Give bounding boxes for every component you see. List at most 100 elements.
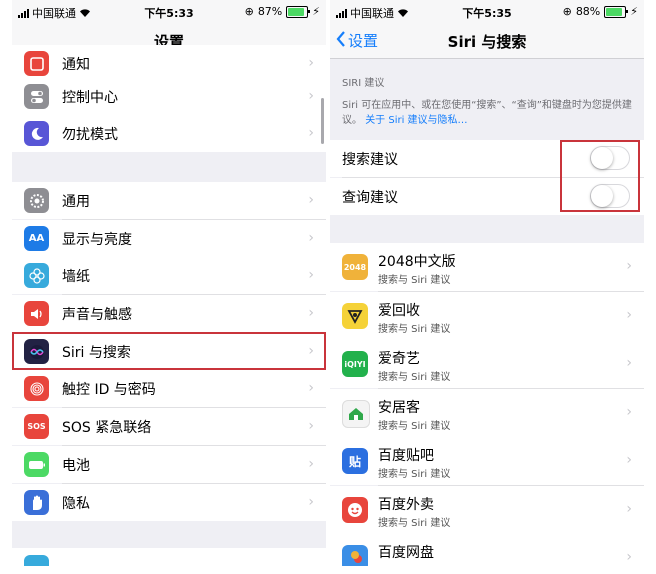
row-icon-tile bbox=[24, 121, 49, 146]
app-name: 安居客 bbox=[378, 400, 420, 416]
chevron-right-icon: › bbox=[626, 258, 632, 274]
chevron-right-icon: › bbox=[308, 267, 314, 283]
flower-icon bbox=[28, 267, 46, 285]
settings-row[interactable]: 通用 › bbox=[12, 182, 326, 219]
siri-search-screen: 中国联通 下午5:35 ⊕ 88% ⚡ 设置 Siri 与搜索 SIRI 建议 … bbox=[330, 0, 644, 566]
row-icon-tile bbox=[24, 301, 49, 326]
row-icon-tile: AA bbox=[24, 226, 49, 251]
privacy-link[interactable]: 关于 Siri 建议与隐私… bbox=[365, 115, 467, 126]
settings-row[interactable]: 勿扰模式 › bbox=[12, 115, 326, 152]
settings-row-partial[interactable] bbox=[12, 548, 326, 566]
row-label: 隐私 bbox=[62, 496, 90, 512]
row-icon-tile bbox=[24, 51, 49, 76]
status-bar: 中国联通 下午5:35 ⊕ 88% ⚡ bbox=[330, 0, 644, 22]
notification-icon bbox=[29, 56, 45, 72]
cloud-drive-icon bbox=[345, 548, 365, 566]
row-icon-tile bbox=[24, 263, 49, 288]
chevron-right-icon: › bbox=[308, 125, 314, 141]
app-icon-tile: 贴 bbox=[342, 448, 368, 474]
settings-row[interactable]: 触控 ID 与密码 › bbox=[12, 370, 326, 407]
battery-percent: 88% bbox=[575, 5, 601, 18]
app-name: 百度贴吧 bbox=[378, 448, 434, 464]
settings-screen: 中国联通 下午5:33 ⊕ 87% ⚡ 设置 通知 › 控制中心 › 勿扰模式 › 通用 › A… bbox=[12, 0, 326, 566]
gear-icon bbox=[28, 192, 46, 210]
house-icon bbox=[346, 404, 366, 424]
row-label: 控制中心 bbox=[62, 90, 118, 106]
row-label: 通用 bbox=[62, 194, 90, 210]
chevron-right-icon: › bbox=[308, 494, 314, 510]
settings-row[interactable]: 墙纸 › bbox=[12, 257, 326, 294]
aihuishou-icon bbox=[345, 306, 365, 326]
battery-icon bbox=[28, 459, 46, 471]
settings-row[interactable]: SOS SOS 紧急联络 › bbox=[12, 408, 326, 445]
sos-icon: SOS bbox=[27, 422, 46, 431]
settings-row[interactable]: 控制中心 › bbox=[12, 78, 326, 115]
row-label: 触控 ID 与密码 bbox=[62, 382, 156, 398]
app-name: 爱回收 bbox=[378, 303, 420, 319]
iqiyi-icon: iQIYI bbox=[344, 359, 366, 369]
row-label: 墙纸 bbox=[62, 269, 90, 285]
app-subtitle: 搜索与 Siri 建议 bbox=[378, 421, 451, 432]
row-icon-tile bbox=[24, 84, 49, 109]
chevron-right-icon: › bbox=[308, 380, 314, 396]
settings-row[interactable]: 电池 › bbox=[12, 446, 326, 483]
status-bar: 中国联通 下午5:33 ⊕ 87% ⚡ bbox=[12, 0, 326, 22]
row-label: 通知 bbox=[62, 57, 90, 73]
chevron-right-icon: › bbox=[626, 307, 632, 323]
app-row[interactable]: 安居客 搜索与 Siri 建议 › bbox=[330, 389, 644, 437]
app-row[interactable]: 爱回收搜索与 Siri 建议 › bbox=[330, 292, 644, 340]
app-icon-tile bbox=[342, 497, 368, 523]
app-row[interactable]: 贴 百度贴吧 搜索与 Siri 建议 › bbox=[330, 437, 644, 485]
settings-row[interactable]: AA 显示与亮度 › bbox=[12, 220, 326, 257]
battery-icon bbox=[604, 5, 629, 18]
text-size-icon: AA bbox=[28, 233, 45, 244]
app-row[interactable]: 百度网盘 › bbox=[330, 534, 644, 566]
app-row[interactable]: 百度外卖 搜索与 Siri 建议 › bbox=[330, 486, 644, 534]
toggle-label: 搜索建议 bbox=[342, 152, 398, 168]
moon-icon bbox=[29, 126, 45, 142]
app-icon-tile bbox=[342, 303, 368, 329]
app-name: 爱奇艺 bbox=[378, 351, 420, 367]
chevron-right-icon: › bbox=[626, 452, 632, 468]
charging-icon: ⚡ bbox=[312, 5, 320, 18]
row-label: 勿扰模式 bbox=[62, 127, 118, 143]
app-subtitle: 搜索与 Siri 建议 bbox=[378, 324, 451, 335]
chevron-right-icon: › bbox=[308, 418, 314, 434]
charging-icon: ⚡ bbox=[630, 5, 638, 18]
highlight-box-toggles bbox=[560, 140, 640, 212]
app-icon-tile bbox=[342, 545, 368, 566]
scrollbar[interactable] bbox=[321, 98, 324, 144]
chevron-right-icon: › bbox=[626, 549, 632, 565]
chevron-right-icon: › bbox=[308, 305, 314, 321]
app-icon-tile bbox=[342, 400, 370, 428]
orientation-lock-icon: ⊕ bbox=[562, 5, 572, 18]
app-icon-tile: 2048 bbox=[342, 254, 368, 280]
app-row[interactable]: iQIYI 爱奇艺搜索与 Siri 建议 › bbox=[330, 340, 644, 388]
row-icon-tile bbox=[24, 490, 49, 515]
row-label: 电池 bbox=[62, 458, 90, 474]
waimai-icon bbox=[345, 500, 365, 520]
section-description: Siri 可在应用中、或在您使用“搜索”、“查询”和键盘时为您提供建议。 关于 … bbox=[342, 98, 634, 128]
row-label: 显示与亮度 bbox=[62, 232, 132, 248]
row-label: SOS 紧急联络 bbox=[62, 420, 152, 436]
app-name: 百度外卖 bbox=[378, 497, 434, 513]
settings-row[interactable]: 隐私 › bbox=[12, 484, 326, 521]
speaker-icon bbox=[29, 306, 45, 322]
fingerprint-icon bbox=[28, 380, 46, 398]
app-subtitle: 搜索与 Siri 建议 bbox=[378, 275, 451, 286]
row-icon-tile bbox=[24, 555, 49, 566]
app-subtitle: 搜索与 Siri 建议 bbox=[378, 372, 451, 383]
settings-row[interactable]: 声音与触感 › bbox=[12, 295, 326, 332]
settings-row[interactable]: 通知 › bbox=[12, 45, 326, 82]
row-icon-tile bbox=[24, 452, 49, 477]
app-row[interactable]: 2048 2048中文版搜索与 Siri 建议 › bbox=[330, 243, 644, 291]
toggles-icon bbox=[29, 89, 45, 105]
highlight-box-siri bbox=[12, 332, 326, 370]
tieba-icon: 贴 bbox=[348, 454, 361, 469]
app-name: 2048中文版 bbox=[378, 254, 456, 270]
row-icon-tile bbox=[24, 188, 49, 213]
chevron-right-icon: › bbox=[626, 355, 632, 371]
page-title: Siri 与搜索 bbox=[447, 33, 527, 51]
chevron-right-icon: › bbox=[308, 192, 314, 208]
hand-icon bbox=[29, 494, 45, 512]
